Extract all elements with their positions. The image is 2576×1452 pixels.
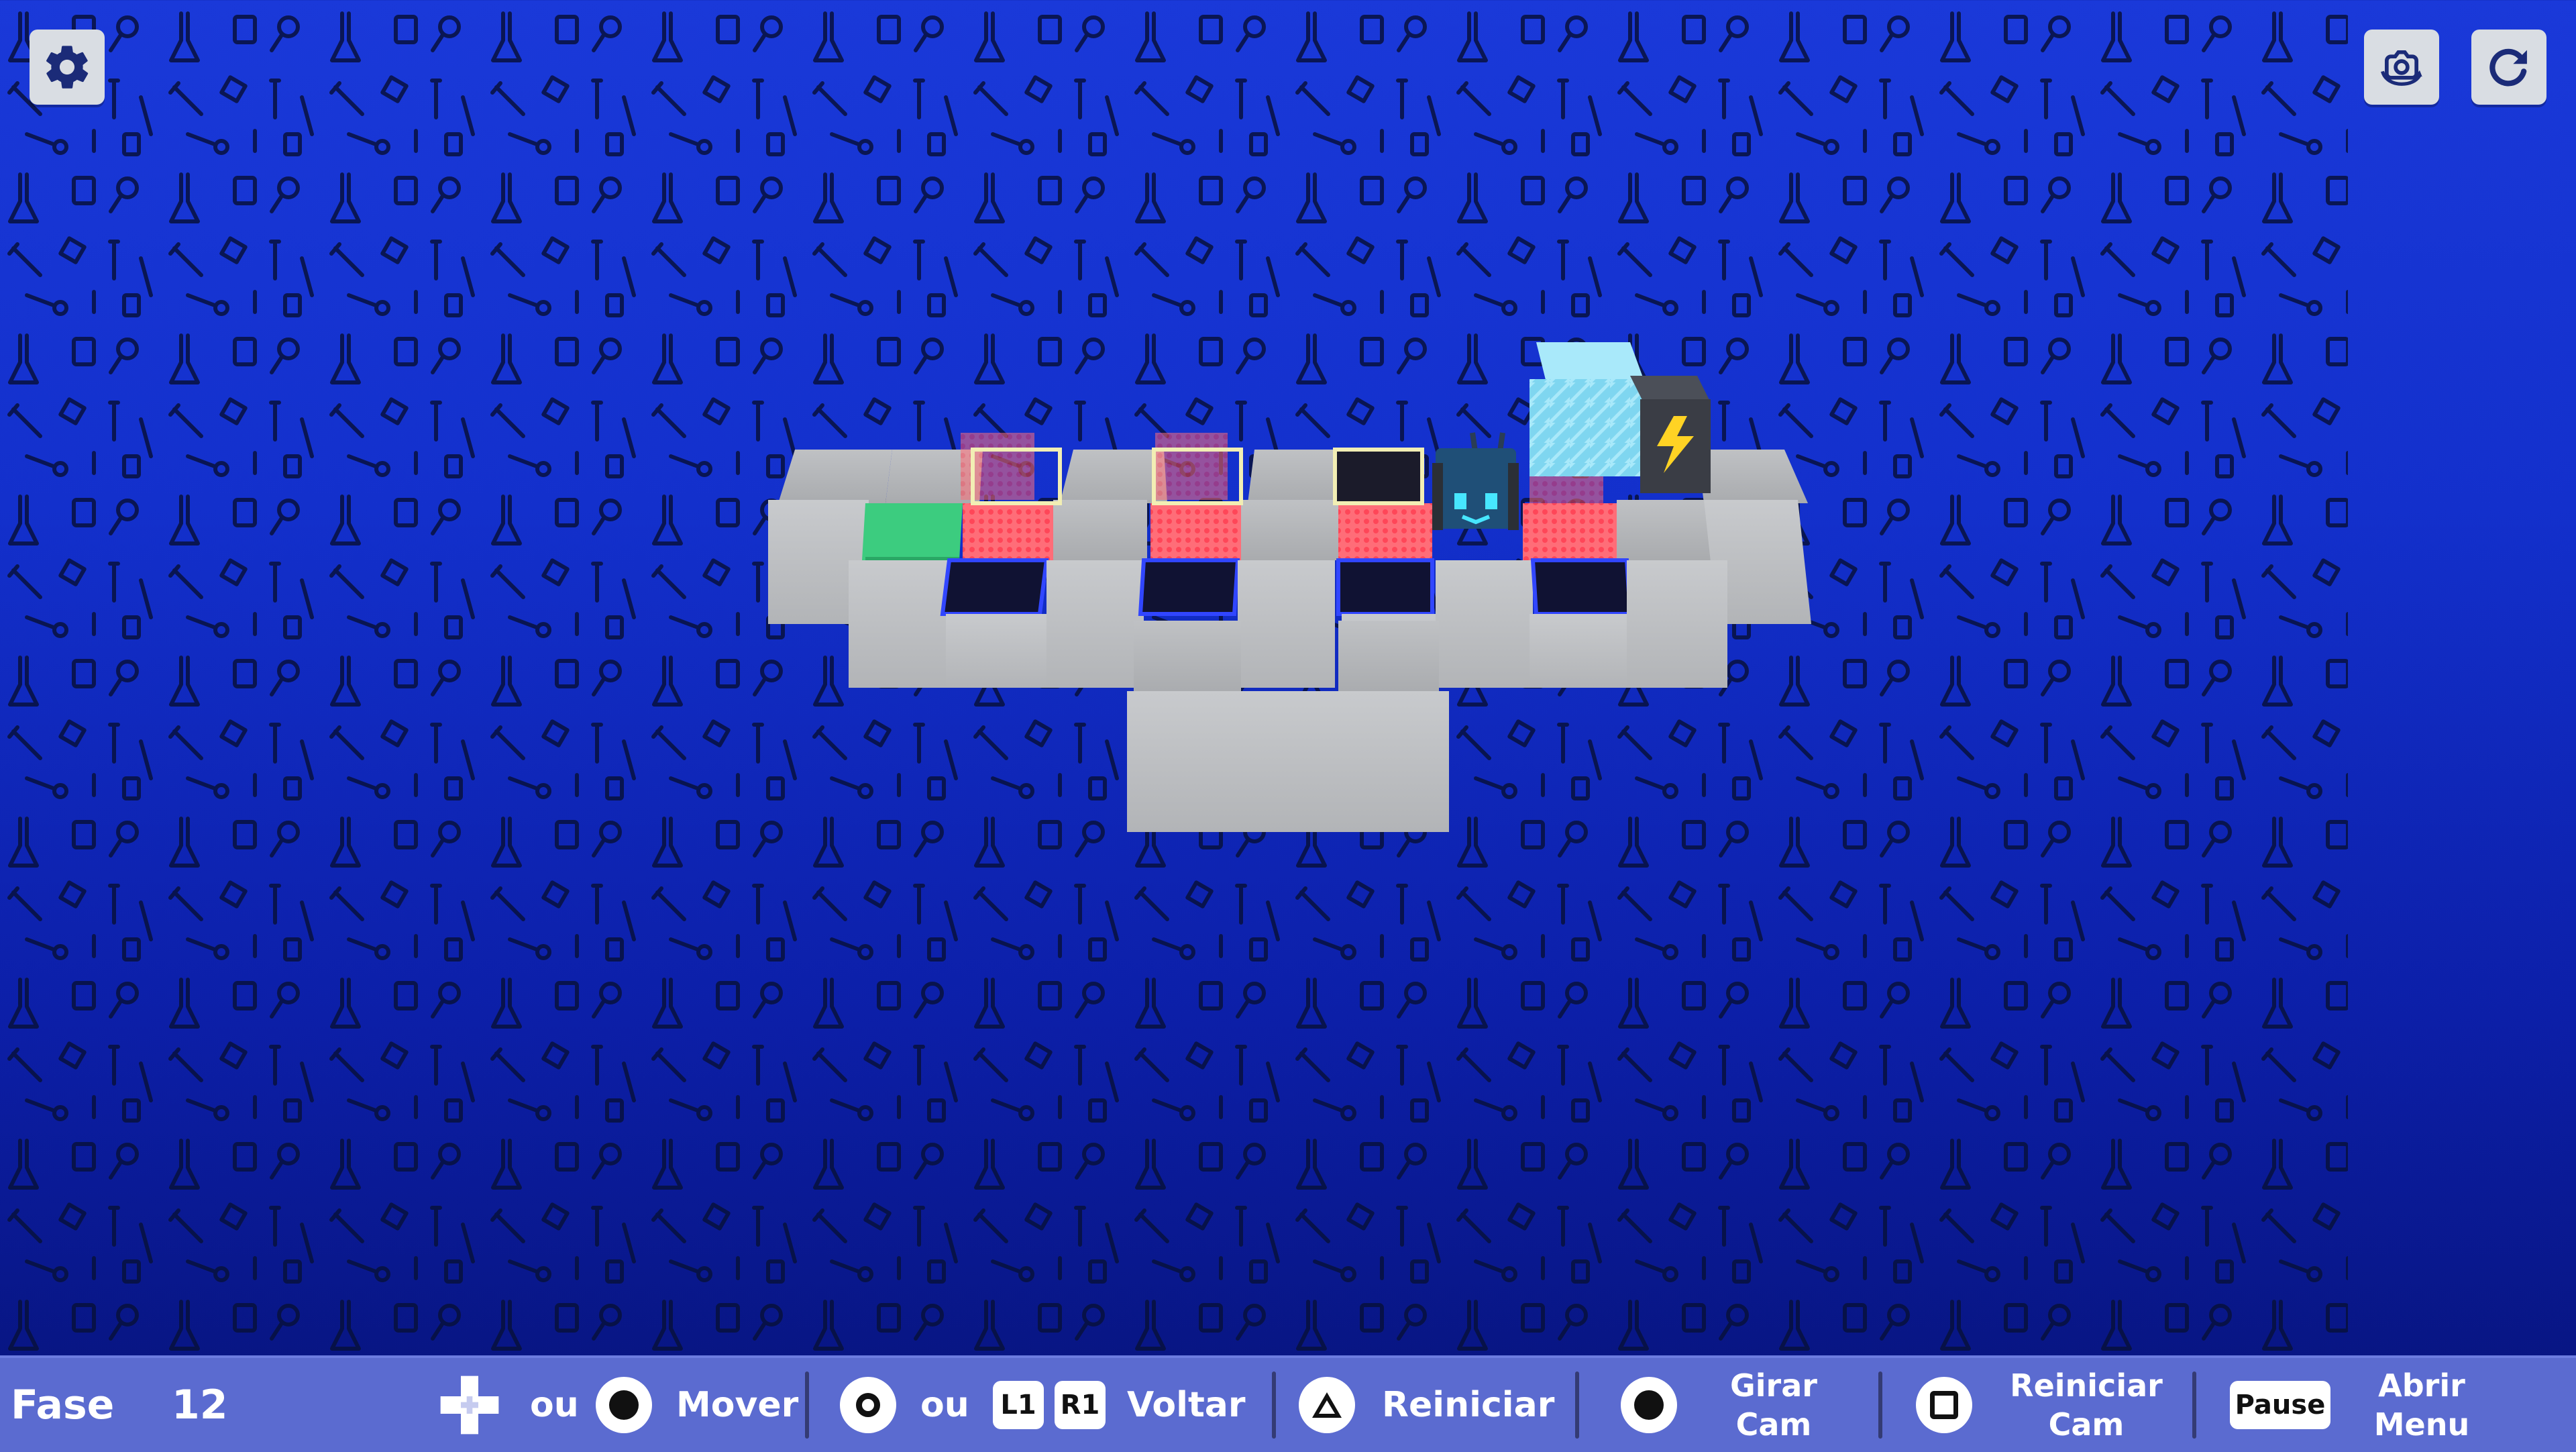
reset-cam-label: Reiniciar Cam [2010,1367,2163,1443]
dpad-icon [440,1376,499,1435]
left-stick-icon [596,1377,652,1433]
r1-key: R1 [1055,1381,1106,1429]
game-board [768,342,1811,832]
controls-hud: Fase 12 ou Mover ou L1 R1 Voltar Reinici… [0,1355,2576,1452]
restart-label: Reiniciar [1382,1385,1555,1425]
triangle-button-icon [1299,1377,1355,1433]
dark-pit-2 [1138,558,1240,616]
l1-key: L1 [993,1381,1044,1429]
camera-button[interactable] [2364,30,2439,105]
level-label: Fase [11,1382,115,1429]
dark-pit-4 [1530,558,1633,616]
separator [1878,1371,1882,1439]
pause-key: Pause [2230,1381,2330,1429]
dark-pit-3 [1336,558,1434,616]
player-robot [1432,432,1519,530]
dark-pit-1 [940,558,1049,616]
or-label-2: ou [920,1385,969,1425]
move-label: Mover [676,1385,799,1425]
goal-tile [862,503,963,560]
front-row [849,558,1727,688]
level-number: 12 [172,1382,228,1429]
or-label-1: ou [530,1385,579,1425]
separator [2192,1371,2196,1439]
square-button-icon [1916,1377,1972,1433]
battery-block [1630,376,1711,493]
right-stick-icon [1621,1377,1677,1433]
red-pressure-plate-4 [1523,503,1617,560]
ice-block [1529,342,1644,476]
red-pressure-plate-2 [1150,503,1241,560]
restart-icon [2489,48,2527,87]
camera-rotate-icon [2381,50,2422,86]
rotate-cam-label: Girar Cam [1730,1367,1817,1443]
circle-button-icon [840,1377,896,1433]
red-pressure-plate-1 [963,503,1057,560]
gear-icon [46,46,89,89]
restart-button[interactable] [2471,30,2546,105]
separator [1272,1371,1276,1439]
separator [805,1371,809,1439]
red-pressure-plate-3 [1338,503,1432,560]
settings-button[interactable] [30,30,105,105]
open-menu-label: Abrir Menu [2373,1367,2470,1443]
separator [1575,1371,1579,1439]
undo-label: Voltar [1127,1385,1246,1425]
